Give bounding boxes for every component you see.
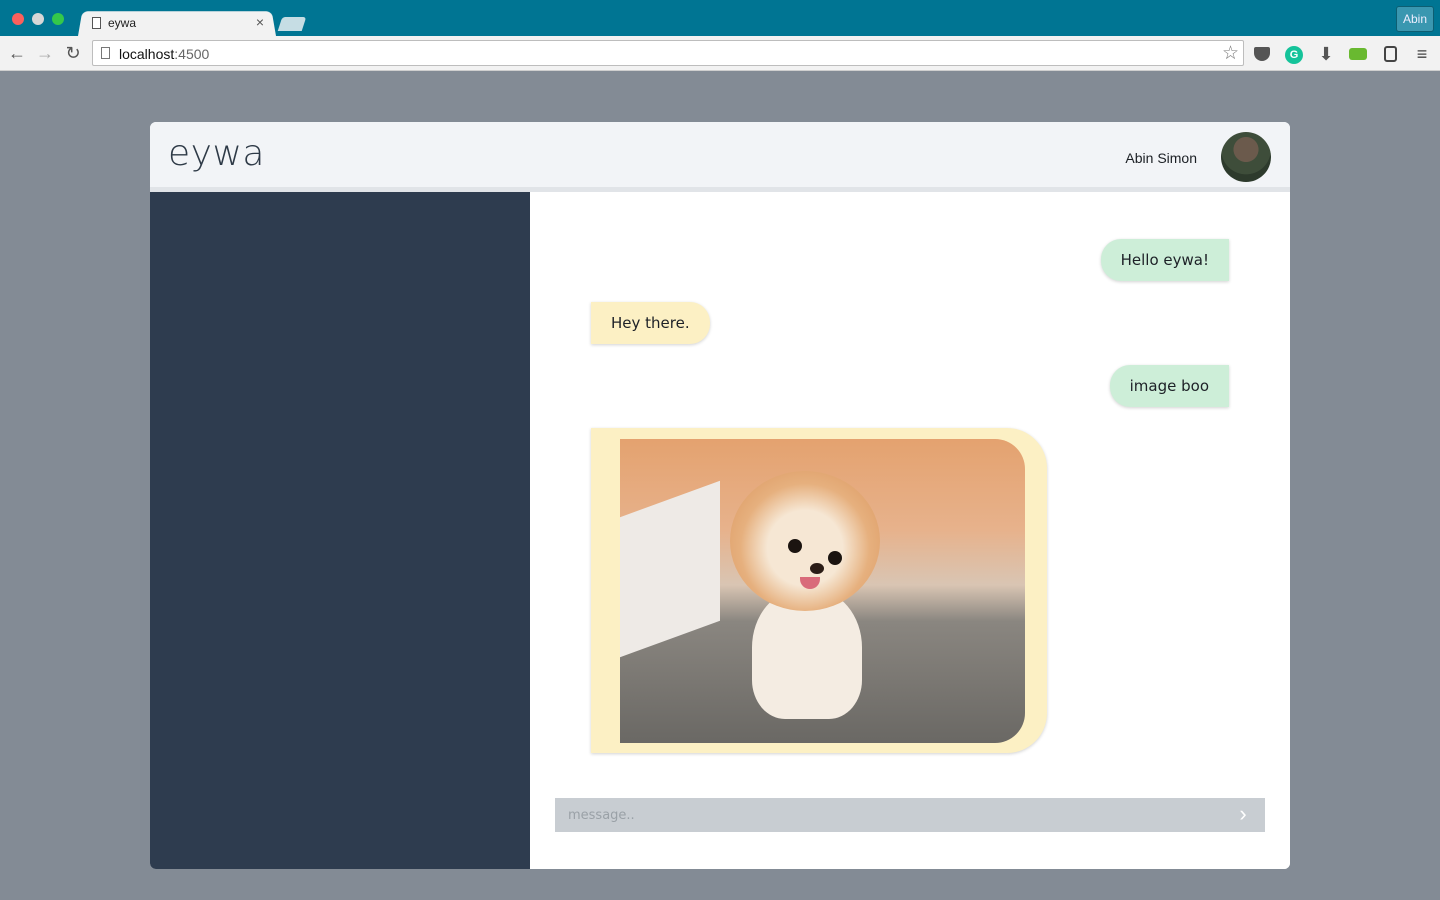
dog-nose — [810, 563, 824, 574]
grammarly-icon[interactable]: G — [1284, 44, 1304, 64]
browser-titlebar: eywa × Abin — [0, 0, 1440, 37]
message-composer: › — [555, 798, 1265, 832]
message-received: Hey there. — [591, 302, 710, 344]
message-sent: image boo — [1109, 365, 1229, 407]
close-window-button[interactable] — [12, 13, 24, 25]
tab-title: eywa — [108, 16, 137, 30]
tab-close-icon[interactable]: × — [256, 14, 264, 30]
message-received-image — [591, 428, 1047, 753]
back-arrow-icon[interactable]: ← — [6, 42, 28, 64]
app-logo: eywa — [168, 133, 265, 174]
pocket-icon[interactable] — [1252, 44, 1272, 64]
message-input[interactable] — [555, 798, 1215, 832]
send-chevron-icon[interactable]: › — [1233, 803, 1253, 827]
download-icon[interactable]: ⬇ — [1316, 44, 1336, 64]
maximize-window-button[interactable] — [52, 13, 64, 25]
forward-arrow-icon[interactable]: → — [34, 42, 56, 64]
new-tab-button[interactable] — [277, 17, 307, 31]
url-host: localhost — [119, 46, 175, 62]
dog-eye — [828, 551, 842, 565]
page-icon — [101, 47, 110, 59]
photo-background — [620, 480, 720, 658]
bookmark-star-icon[interactable]: ☆ — [1222, 42, 1239, 65]
profile-button[interactable]: Abin — [1395, 6, 1434, 32]
sidebar — [150, 192, 530, 869]
avatar[interactable] — [1221, 132, 1271, 182]
reload-icon[interactable]: ↻ — [62, 42, 84, 64]
lightbulb-icon[interactable] — [1380, 44, 1400, 64]
address-bar[interactable]: localhost:4500 ☆ — [92, 40, 1244, 66]
dog-head — [730, 471, 880, 611]
message-sent: Hello eywa! — [1100, 239, 1229, 281]
browser-tab-content[interactable]: eywa × — [90, 12, 270, 36]
app-header: eywa Abin Simon — [150, 122, 1290, 192]
menu-icon[interactable]: ≡ — [1412, 44, 1432, 64]
user-name: Abin Simon — [1125, 150, 1197, 166]
chat-app: eywa Abin Simon Hello eywa! Hey there. i… — [150, 122, 1290, 869]
page-icon — [92, 17, 101, 29]
url-port: :4500 — [174, 46, 210, 62]
dog-photo[interactable] — [620, 439, 1025, 743]
translate-icon[interactable] — [1348, 44, 1368, 64]
browser-toolbar: ← → ↻ localhost:4500 ☆ G ⬇ ≡ — [0, 36, 1440, 71]
chat-panel: Hello eywa! Hey there. image boo › — [530, 192, 1290, 869]
minimize-window-button[interactable] — [32, 13, 44, 25]
url-text[interactable]: localhost:4500 — [119, 46, 209, 62]
grammarly-letter: G — [1285, 46, 1303, 64]
dog-eye — [788, 539, 802, 553]
